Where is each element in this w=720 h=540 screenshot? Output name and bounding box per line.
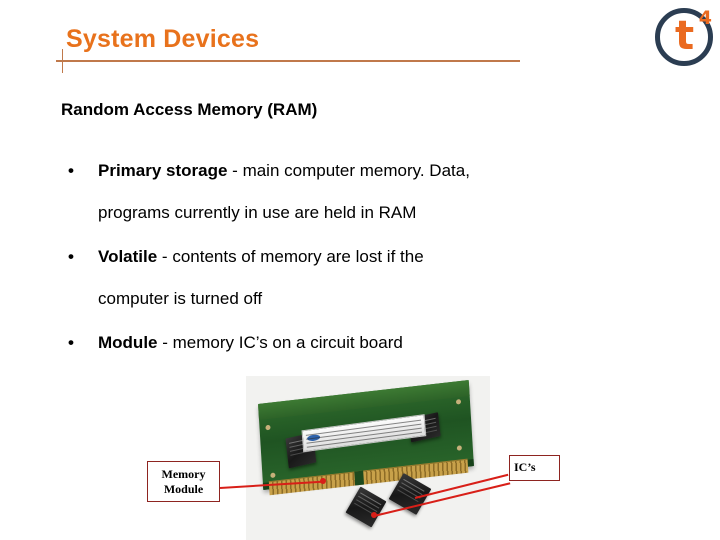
t4-logo: t 4: [655, 8, 713, 66]
bullet-text-1: main computer memory. Data,: [242, 161, 470, 180]
slide-canvas: t 4 System Devices Random Access Memory …: [0, 0, 720, 540]
grid-texture-overlay: [560, 0, 720, 540]
title-divider-tick: [62, 49, 63, 73]
page-title: System Devices: [66, 25, 260, 53]
callout-memory-module-line1: Memory: [161, 467, 206, 481]
ram-module-photo: [246, 376, 490, 540]
memory-module-board: [258, 380, 474, 496]
bullet-dash-2: -: [157, 247, 173, 266]
orange-gradient-panel: [566, 0, 720, 540]
bullet-term-2: Volatile: [98, 247, 158, 266]
callout-memory-module-line2: Module: [163, 482, 204, 496]
callout-ics-label: IC’s: [514, 460, 536, 474]
leader-endpoint-memory-module: [320, 478, 326, 484]
loose-ic-1: [345, 486, 387, 528]
bullet-continuation-1: programs currently in use are held in RA…: [98, 203, 417, 222]
bullet-marker-icon: •: [68, 247, 74, 266]
module-key-notch: [354, 470, 365, 486]
bullet-item-1: • Primary storage - main computer memory.…: [68, 161, 470, 181]
diagonal-streak-1: [610, 35, 720, 540]
bullet-text-2: contents of memory are lost if the: [172, 247, 424, 266]
logo-superscript: 4: [698, 7, 712, 29]
panel-shadow-accent: [672, 292, 720, 410]
bullet-marker-icon: •: [68, 161, 74, 180]
diagonal-streak-2: [700, 0, 720, 540]
bullet-term-1: Primary storage: [98, 161, 228, 180]
title-divider: [56, 60, 520, 62]
section-heading: Random Access Memory (RAM): [61, 100, 318, 119]
bullet-marker-icon: •: [68, 333, 74, 352]
callout-ics: IC’s: [509, 455, 560, 481]
bullet-item-3: • Module - memory IC’s on a circuit board: [68, 333, 403, 353]
module-sticker-label: [301, 414, 427, 453]
bullet-text-3: memory IC’s on a circuit board: [172, 333, 403, 352]
panel-corner-cut: [576, 0, 654, 60]
bullet-term-3: Module: [98, 333, 158, 352]
leader-endpoint-ics-lower: [371, 512, 377, 518]
bullet-dash-1: -: [227, 161, 243, 180]
bullet-continuation-2: computer is turned off: [98, 289, 263, 308]
bullet-item-2: • Volatile - contents of memory are lost …: [68, 247, 424, 267]
bullet-dash-3: -: [157, 333, 173, 352]
callout-memory-module: Memory Module: [147, 461, 220, 502]
